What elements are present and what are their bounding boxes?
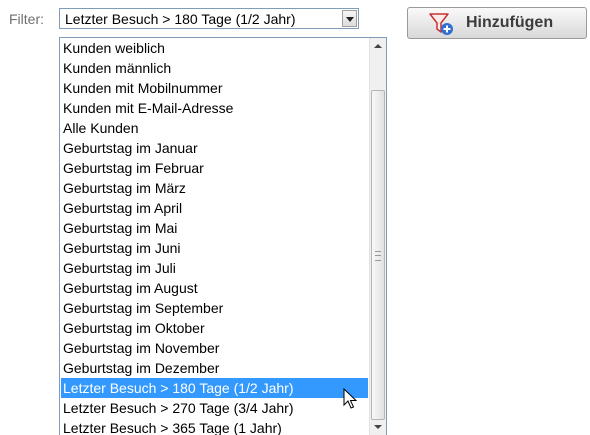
- add-filter-button-label: Hinzufügen: [466, 14, 554, 31]
- dropdown-option[interactable]: Kunden mit Mobilnummer: [61, 78, 368, 98]
- chevron-down-icon[interactable]: [342, 10, 357, 27]
- dropdown-scrollbar[interactable]: [369, 38, 386, 435]
- filter-select[interactable]: Letzter Besuch > 180 Tage (1/2 Jahr): [59, 8, 359, 29]
- scroll-up-icon[interactable]: [370, 38, 386, 55]
- dropdown-option[interactable]: Geburtstag im September: [61, 298, 368, 318]
- dropdown-option[interactable]: Geburtstag im Juli: [61, 258, 368, 278]
- dropdown-option[interactable]: Kunden männlich: [61, 58, 368, 78]
- dropdown-option[interactable]: Geburtstag im Januar: [61, 138, 368, 158]
- funnel-plus-icon: [429, 13, 453, 35]
- dropdown-option[interactable]: Geburtstag im Februar: [61, 158, 368, 178]
- add-filter-button[interactable]: Hinzufügen: [407, 7, 587, 39]
- dropdown-option[interactable]: Kunden mit E-Mail-Adresse: [61, 98, 368, 118]
- dropdown-option[interactable]: Geburtstag im April: [61, 198, 368, 218]
- dropdown-option[interactable]: Geburtstag im Oktober: [61, 318, 368, 338]
- dropdown-option[interactable]: Geburtstag im August: [61, 278, 368, 298]
- mouse-pointer-icon: [343, 388, 357, 409]
- grip-icon: [375, 251, 381, 261]
- dropdown-option[interactable]: Geburtstag im Dezember: [61, 358, 368, 378]
- option-list: Kunden weiblich Kunden männlich Kunden mit…: [61, 38, 368, 435]
- scroll-down-icon[interactable]: [370, 418, 386, 435]
- dropdown-option[interactable]: Alle Kunden: [61, 118, 368, 138]
- dropdown-option[interactable]: Kunden weiblich: [61, 38, 368, 58]
- dropdown-option[interactable]: Letzter Besuch > 270 Tage (3/4 Jahr): [61, 398, 368, 418]
- dropdown-option[interactable]: Geburtstag im Juni: [61, 238, 368, 258]
- dropdown-option[interactable]: Geburtstag im März: [61, 178, 368, 198]
- filter-label: Filter:: [9, 11, 44, 27]
- dropdown-option[interactable]: Letzter Besuch > 365 Tage (1 Jahr): [61, 418, 368, 435]
- dropdown-option[interactable]: Geburtstag im November: [61, 338, 368, 358]
- filter-dropdown-list[interactable]: Kunden weiblich Kunden männlich Kunden mit…: [59, 37, 387, 435]
- filter-select-value: Letzter Besuch > 180 Tage (1/2 Jahr): [65, 11, 296, 27]
- scrollbar-thumb[interactable]: [371, 90, 385, 420]
- dropdown-option[interactable]: Geburtstag im Mai: [61, 218, 368, 238]
- dropdown-option[interactable]: Letzter Besuch > 180 Tage (1/2 Jahr): [61, 378, 368, 398]
